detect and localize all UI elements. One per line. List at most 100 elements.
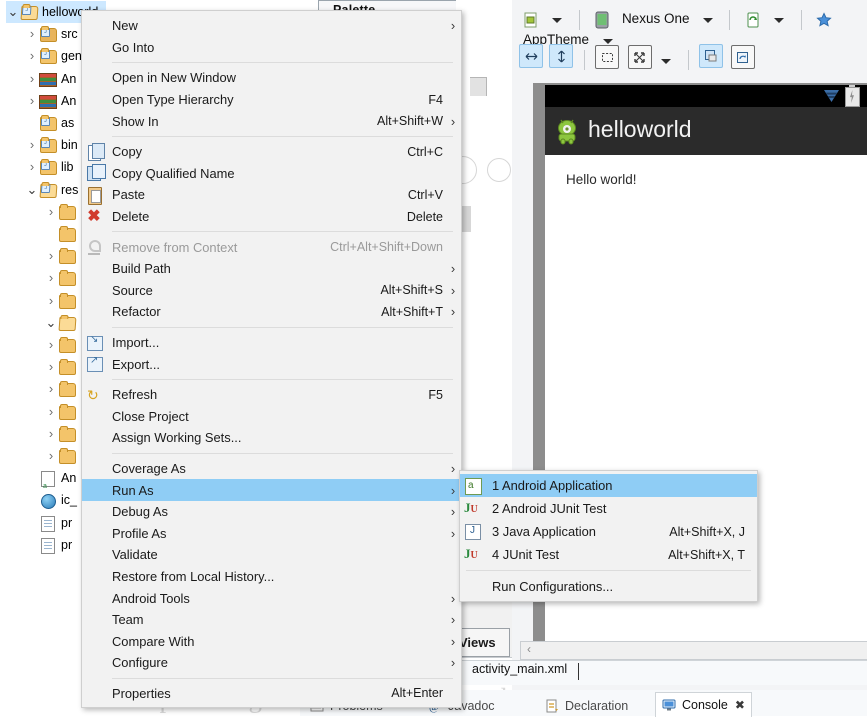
editor-file-tab[interactable]: activity_main.xml <box>472 662 567 676</box>
tree-item-label: ic_ <box>61 493 77 508</box>
menu-item-label: Import... <box>112 335 160 351</box>
menu-item-refactor[interactable]: Refactor Alt+Shift+T › <box>82 301 461 323</box>
chevron-right-icon[interactable]: › <box>25 134 39 156</box>
menu-item-source[interactable]: Source Alt+Shift+S › <box>82 280 461 302</box>
menu-item-android-tools[interactable]: Android Tools › <box>82 587 461 609</box>
rotate-chevron-down-icon[interactable] <box>774 18 785 24</box>
config-chevron-down-icon[interactable] <box>552 18 563 24</box>
view-tab-console[interactable]: Console ✖ <box>655 692 752 717</box>
menu-item-team[interactable]: Team › <box>82 609 461 631</box>
export-icon <box>82 355 112 373</box>
chevron-right-icon[interactable]: › <box>25 45 39 67</box>
chevron-right-icon[interactable]: › <box>44 201 58 223</box>
chevron-right-icon[interactable]: › <box>44 378 58 400</box>
scroll-left-arrow-icon[interactable]: ‹ <box>527 642 531 656</box>
chevron-right-icon[interactable]: › <box>44 401 58 423</box>
menu-item-run-as[interactable]: Run As › <box>82 479 461 501</box>
submenu-item-2-android-junit-test[interactable]: JU 2 Android JUnit Test <box>460 497 757 520</box>
zoom-chevron-down-icon[interactable] <box>661 58 672 64</box>
layout-toolbar-row1[interactable]: Nexus One AppTheme <box>519 8 867 47</box>
submenu-item-1-android-application[interactable]: a1 Android Application <box>460 474 757 497</box>
menu-item-profile-as[interactable]: Profile As › <box>82 522 461 544</box>
chevron-right-icon[interactable]: › <box>44 267 58 289</box>
menu-item-label: New <box>112 18 138 34</box>
menu-item-go-into[interactable]: Go Into <box>82 37 461 59</box>
submenu-item-4-junit-test[interactable]: JU 4 JUnit Test Alt+Shift+X, T <box>460 543 757 566</box>
device-hello-text[interactable]: Hello world! <box>566 172 637 187</box>
gen-folder-icon: J <box>39 48 57 65</box>
chevron-down-icon[interactable]: ⌄ <box>6 5 20 18</box>
show-outline-icon[interactable] <box>699 44 724 68</box>
menu-item-show-in[interactable]: Show In Alt+Shift+W › <box>82 110 461 132</box>
menu-item-export[interactable]: Export... <box>82 353 461 375</box>
chevron-right-icon[interactable]: › <box>44 245 58 267</box>
submenu-separator <box>466 570 751 571</box>
chevron-right-icon[interactable]: › <box>25 68 39 90</box>
menu-item-refresh[interactable]: ↻ Refresh F5 <box>82 384 461 406</box>
chevron-right-icon[interactable]: › <box>44 356 58 378</box>
device-label[interactable]: Nexus One <box>618 11 694 26</box>
menu-item-configure[interactable]: Configure › <box>82 652 461 674</box>
properties-file-icon <box>39 515 57 532</box>
submenu-item-label: 4 JUnit Test <box>492 547 560 562</box>
menu-item-assign-working-sets[interactable]: Assign Working Sets... <box>82 427 461 449</box>
chevron-down-icon[interactable]: ⌄ <box>25 183 39 196</box>
menu-item-label: Validate <box>112 547 158 563</box>
menu-item-debug-as[interactable]: Debug As › <box>82 501 461 523</box>
chevron-down-icon[interactable]: ⌄ <box>44 316 58 329</box>
menu-item-coverage-as[interactable]: Coverage As › <box>82 458 461 480</box>
menu-item-open-in-new-window[interactable]: Open in New Window <box>82 67 461 89</box>
menu-separator <box>112 62 453 64</box>
chevron-right-icon[interactable]: › <box>44 290 58 312</box>
menu-item-compare-with[interactable]: Compare With › <box>82 630 461 652</box>
toolbar-separator-5 <box>687 50 689 71</box>
menu-item-delete[interactable]: ✖ Delete Delete <box>82 206 461 228</box>
submenu-item-3-java-application[interactable]: J3 Java Application Alt+Shift+X, J <box>460 520 757 543</box>
menu-item-label: Run As <box>112 482 154 498</box>
menu-item-close-project[interactable]: Close Project <box>82 406 461 428</box>
menu-item-validate[interactable]: Validate <box>82 544 461 566</box>
fit-height-icon[interactable] <box>549 44 574 68</box>
rotate-icon[interactable] <box>741 8 765 32</box>
horizontal-scrollbar[interactable] <box>520 641 867 660</box>
menu-item-copy-qualified-name[interactable]: Copy Qualified Name <box>82 163 461 185</box>
menu-item-new[interactable]: New › <box>82 15 461 37</box>
device-icon <box>590 8 614 32</box>
menu-item-paste[interactable]: Paste Ctrl+V <box>82 184 461 206</box>
tree-item-label: bin <box>61 138 78 153</box>
junit-icon: JU <box>464 545 478 561</box>
menu-item-import[interactable]: Import... <box>82 332 461 354</box>
android-config-icon[interactable] <box>519 8 543 32</box>
chevron-right-icon[interactable]: › <box>44 445 58 467</box>
run-as-submenu[interactable]: a1 Android Application JU 2 Android JUnit … <box>459 470 758 602</box>
layout-toolbar-row2[interactable] <box>519 44 867 72</box>
menu-item-restore-from-local-history[interactable]: Restore from Local History... <box>82 566 461 588</box>
marquee-select-icon[interactable] <box>595 45 620 69</box>
menu-item-copy[interactable]: Copy Ctrl+C <box>82 141 461 163</box>
menu-item-properties[interactable]: Properties Alt+Enter <box>82 683 461 705</box>
chevron-right-icon[interactable]: › <box>25 156 39 178</box>
tree-item-label: src <box>61 27 78 42</box>
tree-item-label: An <box>61 93 77 108</box>
chevron-right-icon[interactable]: › <box>44 423 58 445</box>
zoom-to-fit-icon[interactable] <box>627 45 652 69</box>
close-icon[interactable]: ✖ <box>735 698 745 712</box>
menu-item-label: Source <box>112 282 153 298</box>
submenu-item-shortcut: Alt+Shift+X, T <box>668 547 745 562</box>
menu-item-open-type-hierarchy[interactable]: Open Type Hierarchy F4 <box>82 89 461 111</box>
views-tab[interactable]: Views <box>456 628 510 657</box>
chevron-right-icon[interactable]: › <box>44 334 58 356</box>
view-tab-declaration[interactable]: Declaration <box>545 694 628 718</box>
chevron-right-icon[interactable]: › <box>25 90 39 112</box>
android-robot-icon <box>552 118 582 146</box>
menu-item-build-path[interactable]: Build Path › <box>82 258 461 280</box>
refresh-render-icon[interactable] <box>730 45 755 69</box>
submenu-item-run-configurations[interactable]: Run Configurations... <box>460 575 757 598</box>
project-context-menu[interactable]: New › Go Into Open in New Window Open Type H… <box>81 10 462 709</box>
submenu-arrow-icon: › <box>450 113 456 129</box>
device-chevron-down-icon[interactable] <box>702 18 713 24</box>
submenu-item-label: 3 Java Application <box>492 524 596 539</box>
tree-item-label: res <box>61 182 79 197</box>
fit-width-icon[interactable] <box>519 44 543 68</box>
chevron-right-icon[interactable]: › <box>25 23 39 45</box>
